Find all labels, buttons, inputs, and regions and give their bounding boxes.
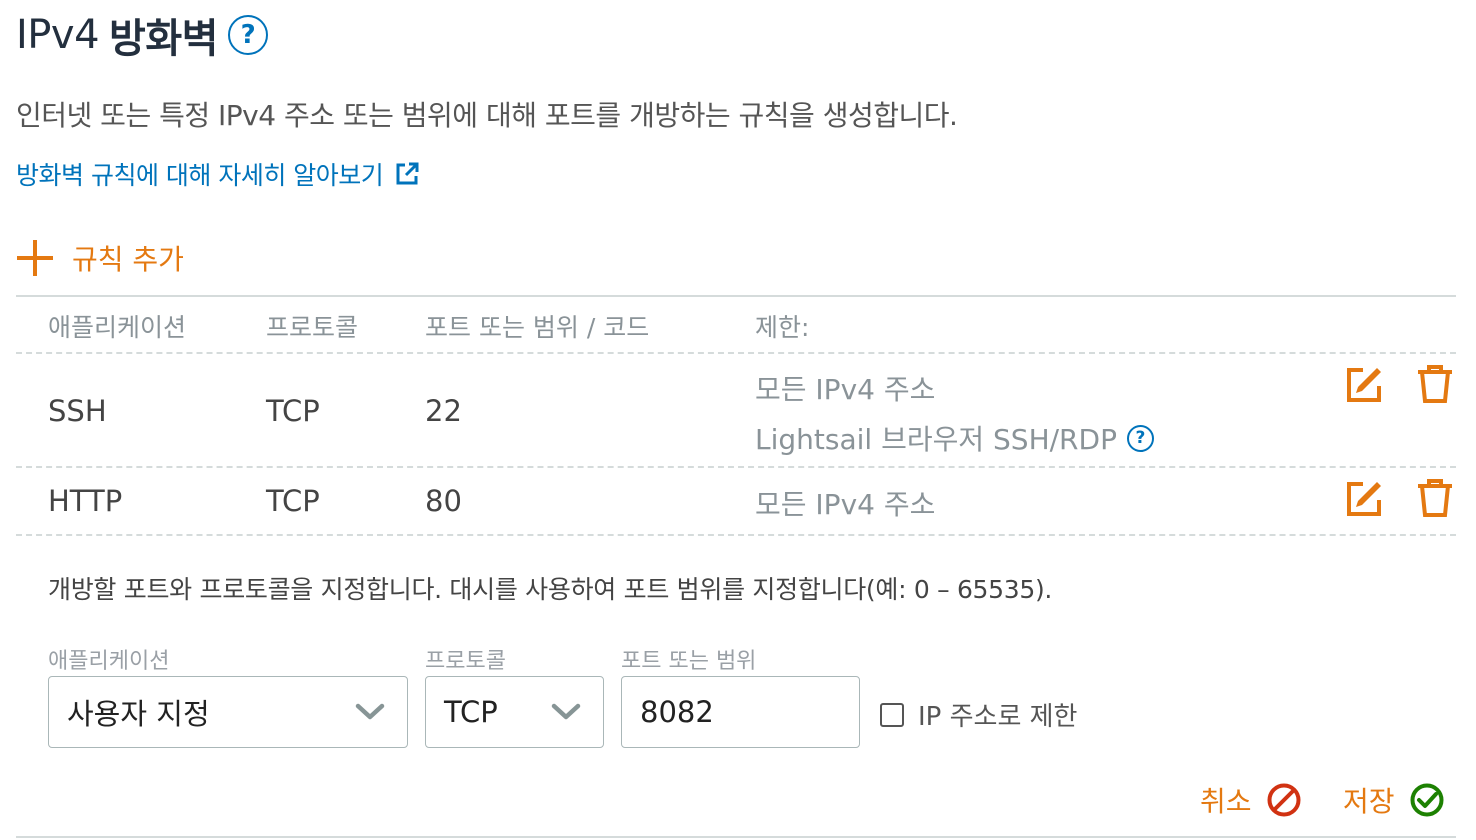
page-title: IPv4 방화벽 ? [16,6,268,64]
checkbox-box[interactable] [880,702,904,727]
trash-icon[interactable] [1416,478,1454,518]
column-header-protocol: 프로토콜 [266,313,359,342]
row-restriction: 모든 IPv4 주소 [755,373,936,406]
trash-icon[interactable] [1416,364,1454,404]
title-bold: 방화벽 [109,16,218,62]
cancel-button[interactable]: 취소 [1200,780,1302,820]
protocol-select-value: TCP [444,695,498,729]
row-protocol: TCP [266,394,320,428]
column-header-application: 애플리케이션 [48,313,187,342]
chevron-down-icon [551,703,581,720]
save-button[interactable]: 저장 [1343,780,1445,820]
table-top-border [16,295,1456,297]
prohibited-icon [1267,783,1301,817]
column-header-port: 포트 또는 범위 / 코드 [425,313,650,342]
chevron-down-icon [355,703,385,720]
row-application: SSH [48,394,107,428]
help-icon[interactable]: ? [227,15,268,55]
learn-more-link-label: 방화벽 규칙에 대해 자세히 알아보기 [16,161,384,190]
page-description: 인터넷 또는 특정 IPv4 주소 또는 범위에 대해 포트를 개방하는 규칙을… [16,99,958,132]
row-port: 80 [425,484,462,518]
add-rule-label: 규칙 추가 [72,243,184,276]
plus-icon [16,239,54,277]
row-restriction-browser: Lightsail 브라우저 SSH/RDP ? [755,418,1154,458]
row-divider [16,466,1456,468]
protocol-select[interactable]: TCP [425,676,604,748]
row-restriction-browser-label: Lightsail 브라우저 SSH/RDP [755,423,1117,456]
protocol-field-label: 프로토콜 [425,649,506,674]
port-input-value: 8082 [640,695,714,729]
row-divider [16,352,1456,354]
title-prefix: IPv4 [16,12,100,58]
application-field-label: 애플리케이션 [48,649,170,674]
external-link-icon [396,162,419,185]
save-label: 저장 [1343,785,1395,818]
check-circle-icon [1410,783,1444,817]
form-instructions: 개방할 포트와 프로토콜을 지정합니다. 대시를 사용하여 포트 범위를 지정합… [48,575,1053,604]
restrict-ip-label: IP 주소로 제한 [918,702,1078,732]
learn-more-link[interactable]: 방화벽 규칙에 대해 자세히 알아보기 [16,156,419,192]
cancel-label: 취소 [1200,785,1252,818]
add-rule-button[interactable]: 규칙 추가 [16,238,184,278]
row-divider [16,534,1456,536]
port-input[interactable]: 8082 [621,676,860,748]
row-restriction: 모든 IPv4 주소 [755,488,936,521]
form-bottom-border [16,836,1456,838]
application-select[interactable]: 사용자 지정 [48,676,408,748]
edit-icon[interactable] [1345,366,1383,404]
row-application: HTTP [48,484,123,518]
row-protocol: TCP [266,484,320,518]
column-header-restriction: 제한: [755,313,810,342]
restrict-ip-checkbox[interactable]: IP 주소로 제한 [880,696,1077,733]
application-select-value: 사용자 지정 [67,697,210,731]
port-field-label: 포트 또는 범위 [621,649,757,674]
row-port: 22 [425,394,462,428]
help-icon[interactable]: ? [1126,424,1154,452]
edit-icon[interactable] [1345,480,1383,518]
